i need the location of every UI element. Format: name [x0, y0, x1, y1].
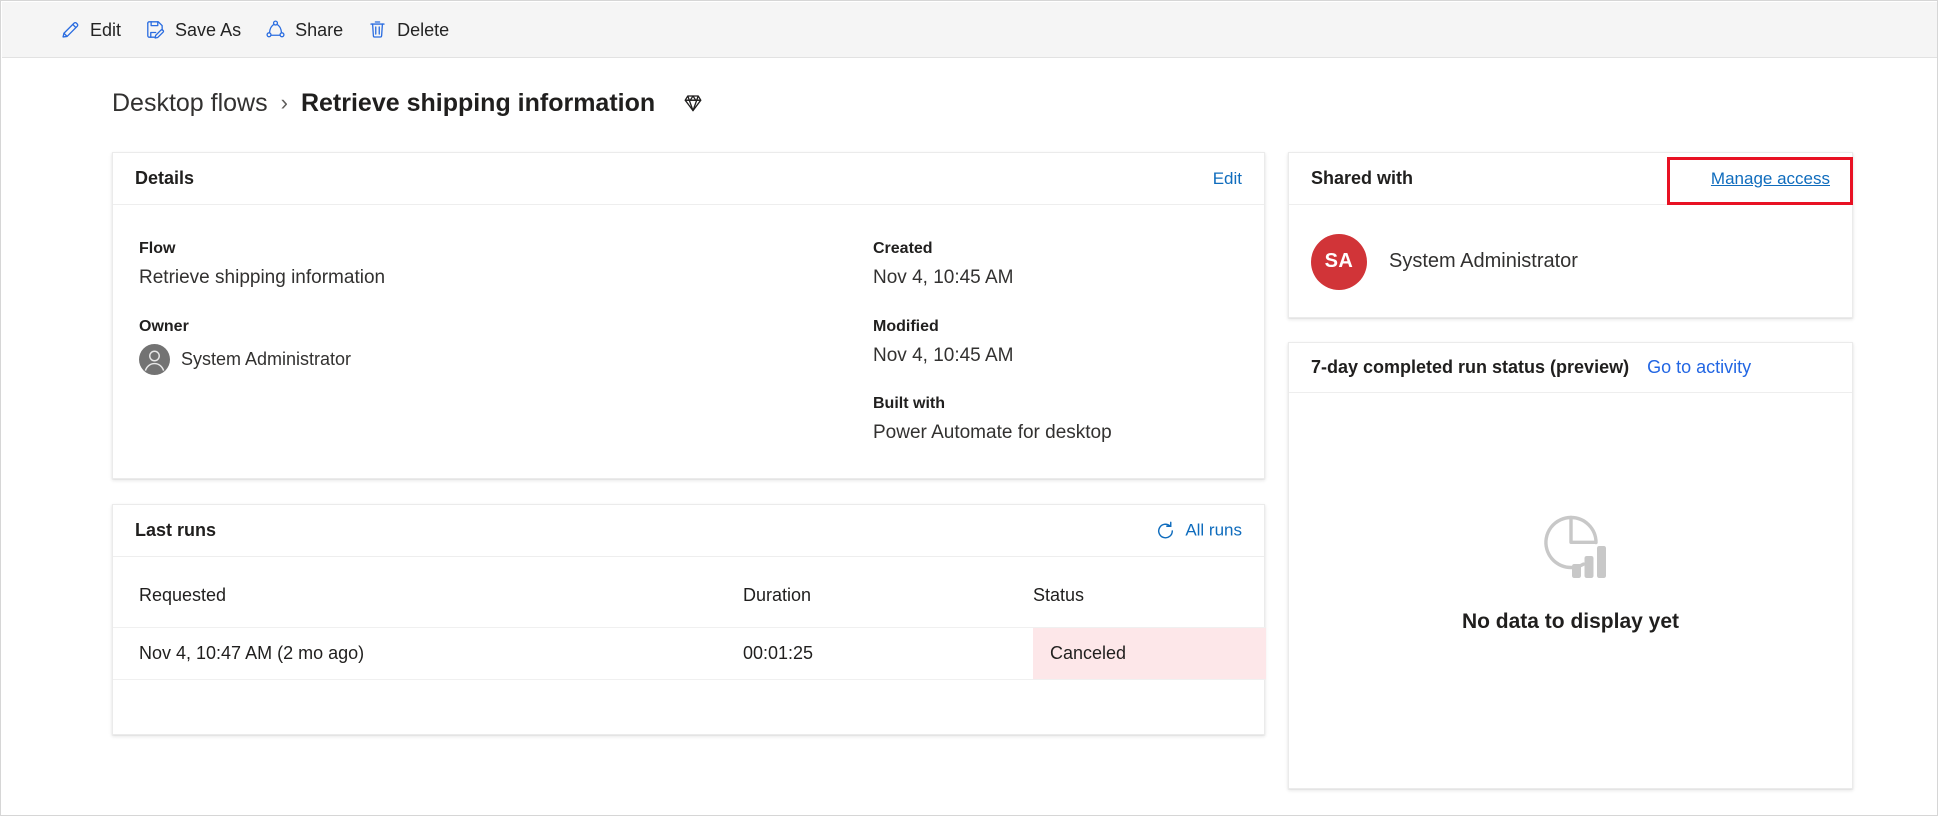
field-built-with: Built with Power Automate for desktop — [873, 394, 1253, 446]
save-as-button[interactable]: Save As — [133, 8, 253, 52]
column-header-requested[interactable]: Requested — [113, 557, 743, 628]
save-as-icon — [145, 19, 166, 40]
field-created-label: Created — [873, 240, 933, 257]
owner-row: System Administrator — [139, 343, 659, 375]
field-created: Created Nov 4, 10:45 AM — [873, 239, 1253, 291]
breadcrumb: Desktop flows › Retrieve shipping inform… — [112, 83, 706, 123]
last-runs-table-head: Requested Duration Status — [113, 557, 1266, 628]
refresh-icon — [1155, 520, 1176, 541]
save-as-button-label: Save As — [175, 19, 242, 40]
last-runs-card: Last runs All runs Requested Duration St… — [112, 504, 1266, 735]
delete-button[interactable]: Delete — [355, 8, 461, 52]
share-icon — [265, 19, 286, 40]
empty-state-text: No data to display yet — [1461, 609, 1680, 633]
field-flow-value: Retrieve shipping information — [139, 267, 386, 288]
details-card-body: Flow Retrieve shipping information Owner — [113, 205, 1264, 479]
cell-requested: Nov 4, 10:47 AM (2 mo ago) — [113, 627, 743, 680]
field-modified-value: Nov 4, 10:45 AM — [873, 344, 1014, 366]
details-card: Details Edit Flow Retrieve shipping info… — [112, 152, 1265, 479]
status-badge: Canceled — [1033, 627, 1266, 680]
field-built-with-value: Power Automate for desktop — [873, 422, 1112, 444]
go-to-activity-link[interactable]: Go to activity — [1647, 357, 1751, 378]
last-runs-table-body: Nov 4, 10:47 AM (2 mo ago) 00:01:25 Canc… — [113, 627, 1266, 680]
person-avatar-icon — [139, 343, 170, 375]
all-runs-link[interactable]: All runs — [1155, 520, 1242, 541]
delete-button-label: Delete — [397, 19, 450, 40]
page-title: Retrieve shipping information — [300, 88, 656, 117]
run-status-card: 7-day completed run status (preview) Go … — [1288, 342, 1853, 789]
flow-details-page: Edit Save As Share Delete Desktop flows … — [0, 0, 1938, 816]
command-bar: Edit Save As Share Delete — [2, 2, 1937, 58]
field-owner-label: Owner — [139, 317, 189, 335]
shared-person-name: System Administrator — [1389, 250, 1578, 272]
field-built-with-label: Built with — [873, 395, 945, 413]
pencil-icon — [60, 19, 81, 40]
field-flow: Flow Retrieve shipping information — [139, 239, 659, 291]
field-modified-label: Modified — [873, 317, 939, 335]
details-right-column: Created Nov 4, 10:45 AM Modified Nov 4, … — [873, 239, 1253, 472]
cell-duration: 00:01:25 — [743, 627, 1033, 680]
manage-access-link[interactable]: Manage access — [1711, 169, 1830, 189]
last-runs-table: Requested Duration Status Nov 4, 10:47 A… — [113, 557, 1266, 680]
all-runs-label: All runs — [1185, 520, 1242, 540]
table-row[interactable]: Nov 4, 10:47 AM (2 mo ago) 00:01:25 Canc… — [113, 627, 1266, 680]
table-header-row: Requested Duration Status — [113, 557, 1266, 628]
breadcrumb-parent-link[interactable]: Desktop flows — [112, 89, 268, 118]
share-button-label: Share — [295, 19, 344, 40]
column-header-duration[interactable]: Duration — [743, 557, 1033, 628]
share-button[interactable]: Share — [253, 8, 355, 52]
details-card-header: Details Edit — [113, 153, 1264, 205]
edit-button-label: Edit — [90, 19, 122, 40]
field-flow-label: Flow — [139, 240, 176, 257]
trash-icon — [367, 19, 388, 40]
field-created-value: Nov 4, 10:45 AM — [873, 267, 1014, 288]
field-owner-value: System Administrator — [181, 348, 352, 369]
shared-with-card: Shared with Manage access SA System Admi… — [1288, 152, 1853, 318]
shared-with-list: SA System Administrator — [1289, 205, 1852, 318]
run-status-card-header: 7-day completed run status (preview) Go … — [1289, 343, 1852, 393]
breadcrumb-chevron-right-icon: › — [280, 90, 288, 115]
details-left-column: Flow Retrieve shipping information Owner — [139, 239, 659, 401]
column-header-status[interactable]: Status — [1033, 557, 1266, 628]
last-runs-card-title: Last runs — [135, 520, 217, 540]
last-runs-card-header: Last runs All runs — [113, 505, 1264, 557]
run-status-card-title: 7-day completed run status (preview) — [1311, 357, 1630, 377]
gem-icon — [680, 90, 706, 116]
edit-button[interactable]: Edit — [48, 8, 133, 52]
details-edit-link[interactable]: Edit — [1213, 169, 1242, 189]
details-card-title: Details — [135, 168, 195, 188]
pie-bar-chart-icon — [1530, 508, 1612, 584]
shared-with-card-title: Shared with — [1311, 168, 1414, 188]
field-modified: Modified Nov 4, 10:45 AM — [873, 317, 1253, 369]
shared-with-card-header: Shared with Manage access — [1289, 153, 1852, 205]
run-status-empty-state: No data to display yet — [1289, 393, 1852, 788]
field-owner: Owner System Administrator — [139, 317, 659, 375]
avatar: SA — [1311, 233, 1367, 290]
